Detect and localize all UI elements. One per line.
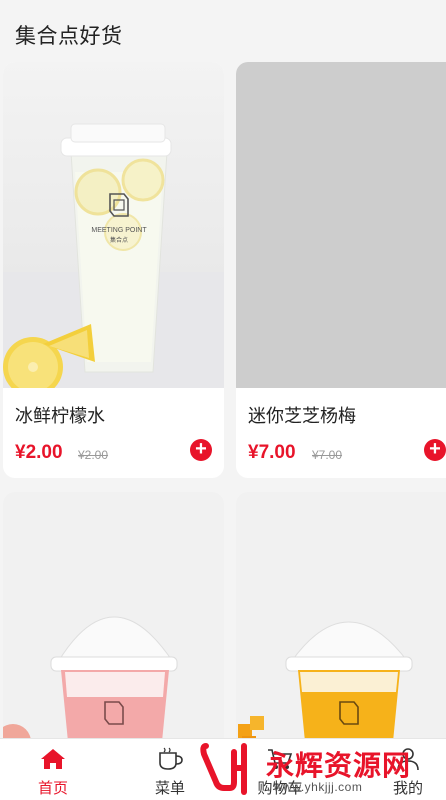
page-header: 集合点好货	[0, 0, 446, 62]
tab-home[interactable]: 首页	[13, 739, 93, 800]
watermark-logo-icon	[200, 743, 247, 795]
plus-icon: +	[429, 438, 441, 460]
watermark-url: www.yhkjjj.com	[274, 780, 363, 794]
tab-label: 首页	[37, 780, 68, 797]
product-original-price: ¥2.00	[78, 448, 109, 462]
cup-brand-text: MEETING POINT	[91, 227, 147, 234]
product-name: 冰鲜柠檬水	[15, 406, 105, 426]
tab-menu[interactable]: 菜单	[130, 739, 210, 800]
product-card[interactable]: MEETING POINT	[3, 492, 224, 738]
plus-icon: +	[195, 438, 207, 460]
product-image-strawberry-cup[interactable]: MEETING POINT	[3, 492, 224, 738]
product-image-lemon-tea[interactable]: MEETING POINT 集合点	[3, 62, 224, 388]
cup-brand-text-cn: 集合点	[110, 236, 128, 244]
product-price: ¥2.00	[15, 442, 63, 463]
page-title: 集合点好货	[15, 25, 123, 48]
product-image-mango-cup[interactable]: MEETING POINT	[236, 492, 446, 738]
product-image-placeholder[interactable]	[236, 62, 446, 388]
product-card[interactable]: MEETING POINT 集合点 冰鲜柠檬水 ¥2.00 ¥2.00 +	[3, 62, 224, 478]
watermark: 永辉资源网 www.yhkjjj.com	[200, 740, 446, 800]
home-icon	[41, 749, 65, 769]
product-grid: MEETING POINT 集合点 冰鲜柠檬水 ¥2.00 ¥2.00 + 迷你…	[0, 62, 446, 738]
product-card[interactable]: MEETING POINT	[236, 492, 446, 738]
product-name: 迷你芝芝杨梅	[248, 406, 356, 426]
cup-icon	[159, 747, 183, 770]
add-to-cart-button[interactable]: +	[190, 439, 212, 461]
add-to-cart-button[interactable]: +	[424, 439, 446, 461]
watermark-text: 永辉资源网	[266, 750, 412, 781]
product-card[interactable]: 迷你芝芝杨梅 ¥7.00 ¥7.00 +	[236, 62, 446, 478]
product-price: ¥7.00	[248, 442, 296, 463]
tab-label: 菜单	[154, 780, 185, 797]
product-original-price: ¥7.00	[312, 448, 343, 462]
